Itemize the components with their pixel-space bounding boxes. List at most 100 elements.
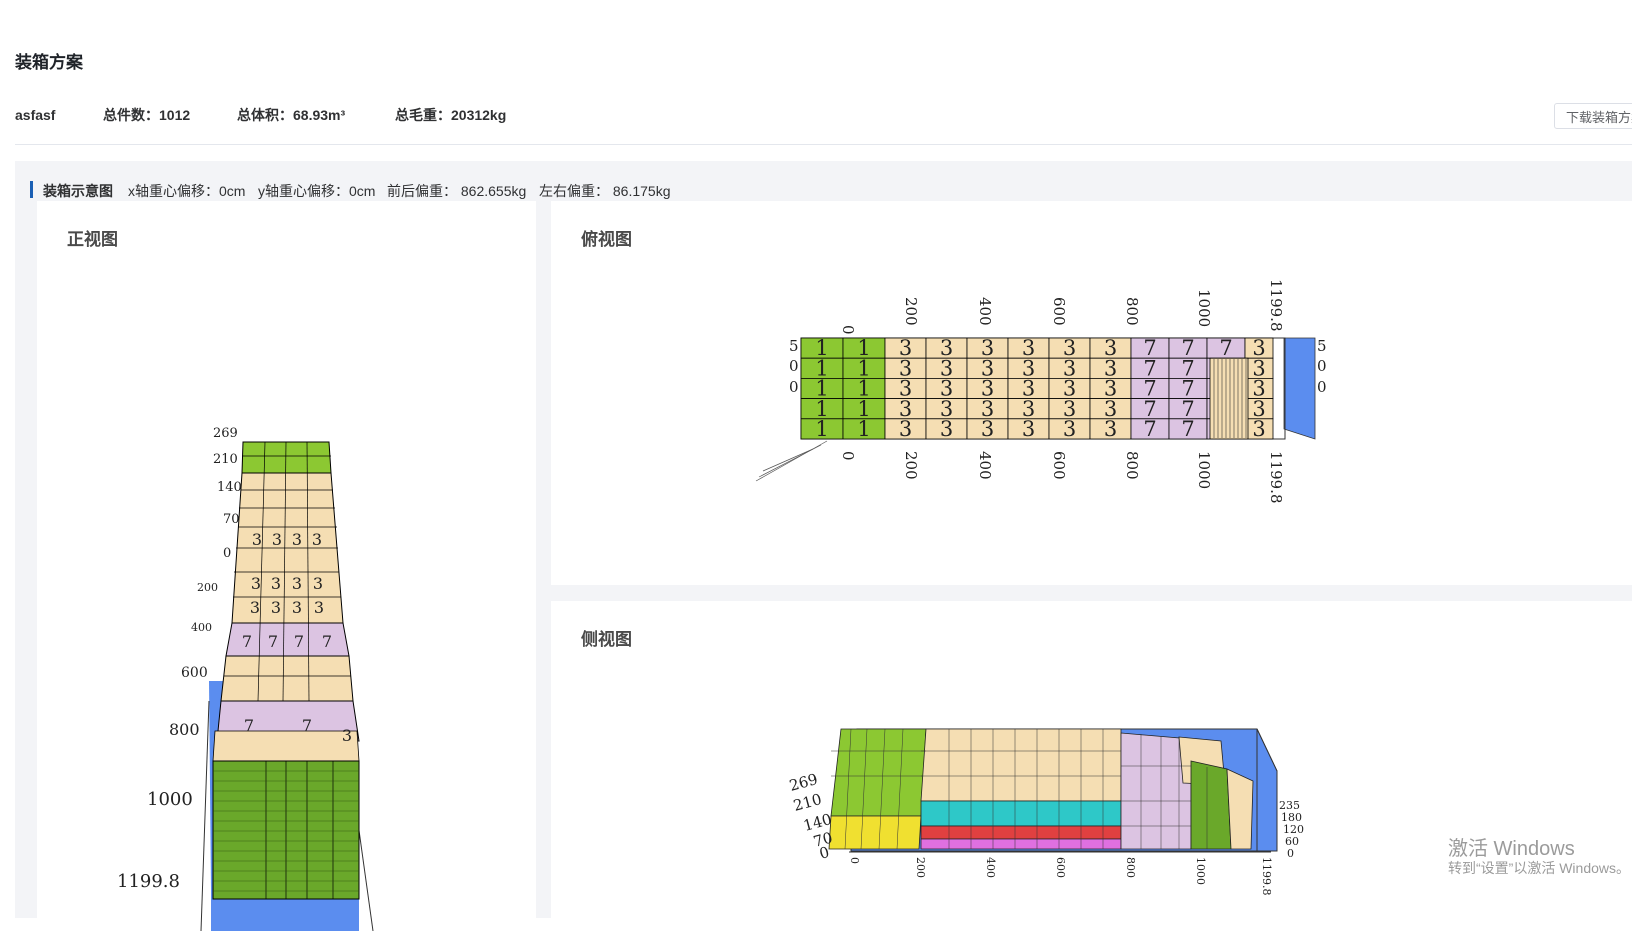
side-height-tick: 210 bbox=[791, 790, 823, 815]
accent-bar bbox=[30, 181, 33, 198]
top-length-tick: 400 bbox=[976, 297, 994, 326]
top-width-tick: 5 bbox=[1317, 337, 1327, 355]
front-height-tick: 210 bbox=[213, 452, 238, 467]
side-length-tick: 0 bbox=[848, 857, 861, 864]
top-box-label: 3 bbox=[1063, 417, 1076, 441]
left-right-offset: 左右偏重： 86.175kg bbox=[539, 183, 671, 199]
top-box-label: 1 bbox=[857, 417, 870, 441]
top-view-diagram[interactable]: 1133333377731133333377731133333377731133… bbox=[551, 201, 1632, 585]
top-box-label: 1 bbox=[815, 417, 828, 441]
top-box-label: 3 bbox=[899, 417, 912, 441]
top-length-tick: 0 bbox=[839, 451, 857, 461]
front-height-tick: 70 bbox=[223, 512, 240, 527]
top-length-tick: 600 bbox=[1050, 451, 1068, 480]
svg-text:3: 3 bbox=[313, 574, 323, 593]
total-weight: 总毛重：20312kg bbox=[395, 107, 507, 123]
top-length-tick: 200 bbox=[902, 451, 920, 480]
side-length-tick: 600 bbox=[1054, 857, 1067, 878]
side-width-ticks: 235 180 120 60 0 bbox=[1279, 799, 1304, 860]
top-box-grid: 1133333377731133333377731133333377731133… bbox=[800, 336, 1274, 441]
top-length-tick: 600 bbox=[1050, 297, 1068, 326]
top-length-tick: 400 bbox=[976, 451, 994, 480]
svg-text:7: 7 bbox=[302, 716, 312, 735]
top-length-tick: 200 bbox=[902, 297, 920, 326]
side-box-blocks bbox=[828, 728, 1254, 850]
side-length-ticks: 0 200 400 600 800 1000 1199.8 bbox=[848, 857, 1273, 896]
top-length-ticks-top: 0 200 400 600 800 1000 1199.8 bbox=[839, 279, 1285, 335]
top-box-label: 3 bbox=[981, 417, 994, 441]
top-depth-axis bbox=[755, 440, 828, 482]
top-view-card: 俯视图 113333337773113333337773113333337773… bbox=[551, 201, 1632, 585]
svg-text:7: 7 bbox=[244, 716, 254, 735]
top-box-label: 3 bbox=[1252, 417, 1265, 441]
front-back-offset: 前后偏重： 862.655kg bbox=[387, 183, 527, 199]
top-width-tick: 0 bbox=[789, 378, 799, 396]
front-length-tick: 800 bbox=[169, 720, 200, 739]
front-length-tick: 1000 bbox=[147, 789, 193, 810]
top-box-label: 3 bbox=[940, 417, 953, 441]
side-height-ticks: 269 210 140 70 0 bbox=[787, 770, 834, 863]
side-width-tick: 0 bbox=[1287, 847, 1294, 860]
front-height-tick: 0 bbox=[223, 546, 231, 561]
svg-text:7: 7 bbox=[268, 632, 278, 651]
svg-text:7: 7 bbox=[322, 632, 332, 651]
top-box-label: 7 bbox=[1143, 417, 1156, 441]
top-box-label: 3 bbox=[1104, 417, 1117, 441]
windows-watermark-subtitle: 转到“设置”以激活 Windows。 bbox=[1448, 860, 1631, 876]
top-width-tick: 0 bbox=[1317, 357, 1327, 375]
svg-text:3: 3 bbox=[251, 574, 261, 593]
plan-name: asfasf bbox=[15, 107, 56, 123]
top-length-ticks-bottom: 0 200 400 600 800 1000 1199.8 bbox=[839, 451, 1285, 504]
svg-text:3: 3 bbox=[272, 530, 282, 549]
top-length-tick: 800 bbox=[1123, 451, 1141, 480]
x-offset: x轴重心偏移：0cm bbox=[128, 183, 246, 199]
top-length-tick: 1000 bbox=[1195, 289, 1213, 327]
svg-text:3: 3 bbox=[314, 598, 324, 617]
svg-text:3: 3 bbox=[271, 598, 281, 617]
top-length-tick: 800 bbox=[1123, 297, 1141, 326]
side-length-tick: 400 bbox=[984, 857, 997, 878]
side-view-diagram[interactable]: 269 210 140 70 0 0 200 400 600 800 1000 … bbox=[551, 601, 1632, 931]
front-length-tick: 200 bbox=[197, 581, 218, 594]
svg-text:7: 7 bbox=[242, 632, 252, 651]
y-offset: y轴重心偏移：0cm bbox=[258, 183, 376, 199]
total-volume: 总体积：68.93m³ bbox=[237, 107, 346, 123]
front-length-tick: 1199.8 bbox=[117, 871, 180, 892]
top-length-tick: 1199.8 bbox=[1267, 451, 1285, 504]
windows-watermark-title: 激活 Windows bbox=[1448, 838, 1575, 860]
svg-text:3: 3 bbox=[252, 530, 262, 549]
svg-text:3: 3 bbox=[292, 530, 302, 549]
svg-text:3: 3 bbox=[292, 598, 302, 617]
top-width-tick: 5 bbox=[789, 337, 799, 355]
front-view-card: 正视图 3 3 3 3 3 3 3 3 3 3 3 3 7 7 7 7 7 7 … bbox=[37, 201, 536, 931]
svg-text:3: 3 bbox=[342, 726, 352, 745]
front-height-tick: 140 bbox=[217, 480, 242, 495]
front-height-tick: 269 bbox=[213, 426, 238, 441]
svg-text:3: 3 bbox=[292, 574, 302, 593]
top-container-wall bbox=[1283, 337, 1316, 440]
panel-title: 装箱示意图 bbox=[43, 183, 113, 199]
side-length-tick: 800 bbox=[1124, 857, 1137, 878]
front-length-tick: 600 bbox=[181, 665, 208, 681]
download-plan-button[interactable]: 下载装箱方案 bbox=[1554, 103, 1632, 129]
front-length-tick: 400 bbox=[191, 621, 212, 634]
diagram-panel: 装箱示意图 x轴重心偏移：0cm y轴重心偏移：0cm 前后偏重： 862.65… bbox=[15, 161, 1632, 931]
total-pieces: 总件数：1012 bbox=[103, 107, 191, 123]
page-title: 装箱方案 bbox=[15, 53, 83, 72]
top-box-label: 3 bbox=[1022, 417, 1035, 441]
svg-text:3: 3 bbox=[312, 530, 322, 549]
top-box-label: 7 bbox=[1181, 417, 1194, 441]
side-length-tick: 1000 bbox=[1194, 857, 1207, 885]
top-width-tick: 0 bbox=[789, 357, 799, 375]
svg-text:3: 3 bbox=[271, 574, 281, 593]
side-length-tick: 200 bbox=[914, 857, 927, 878]
front-view-diagram[interactable]: 3333 3333 3333 7777 7 73 269 210 140 70 0… bbox=[37, 201, 536, 931]
top-strip-block bbox=[1209, 357, 1249, 440]
top-length-tick: 0 bbox=[839, 325, 857, 335]
svg-text:3: 3 bbox=[250, 598, 260, 617]
side-view-card: 侧视图 269 210 140 70 0 0 200 400 600 800 1… bbox=[551, 601, 1632, 931]
top-length-tick: 1000 bbox=[1195, 451, 1213, 489]
svg-text:7: 7 bbox=[294, 632, 304, 651]
divider bbox=[15, 144, 1632, 145]
front-box-stacks: 3333 3333 3333 7777 7 73 bbox=[212, 441, 360, 900]
